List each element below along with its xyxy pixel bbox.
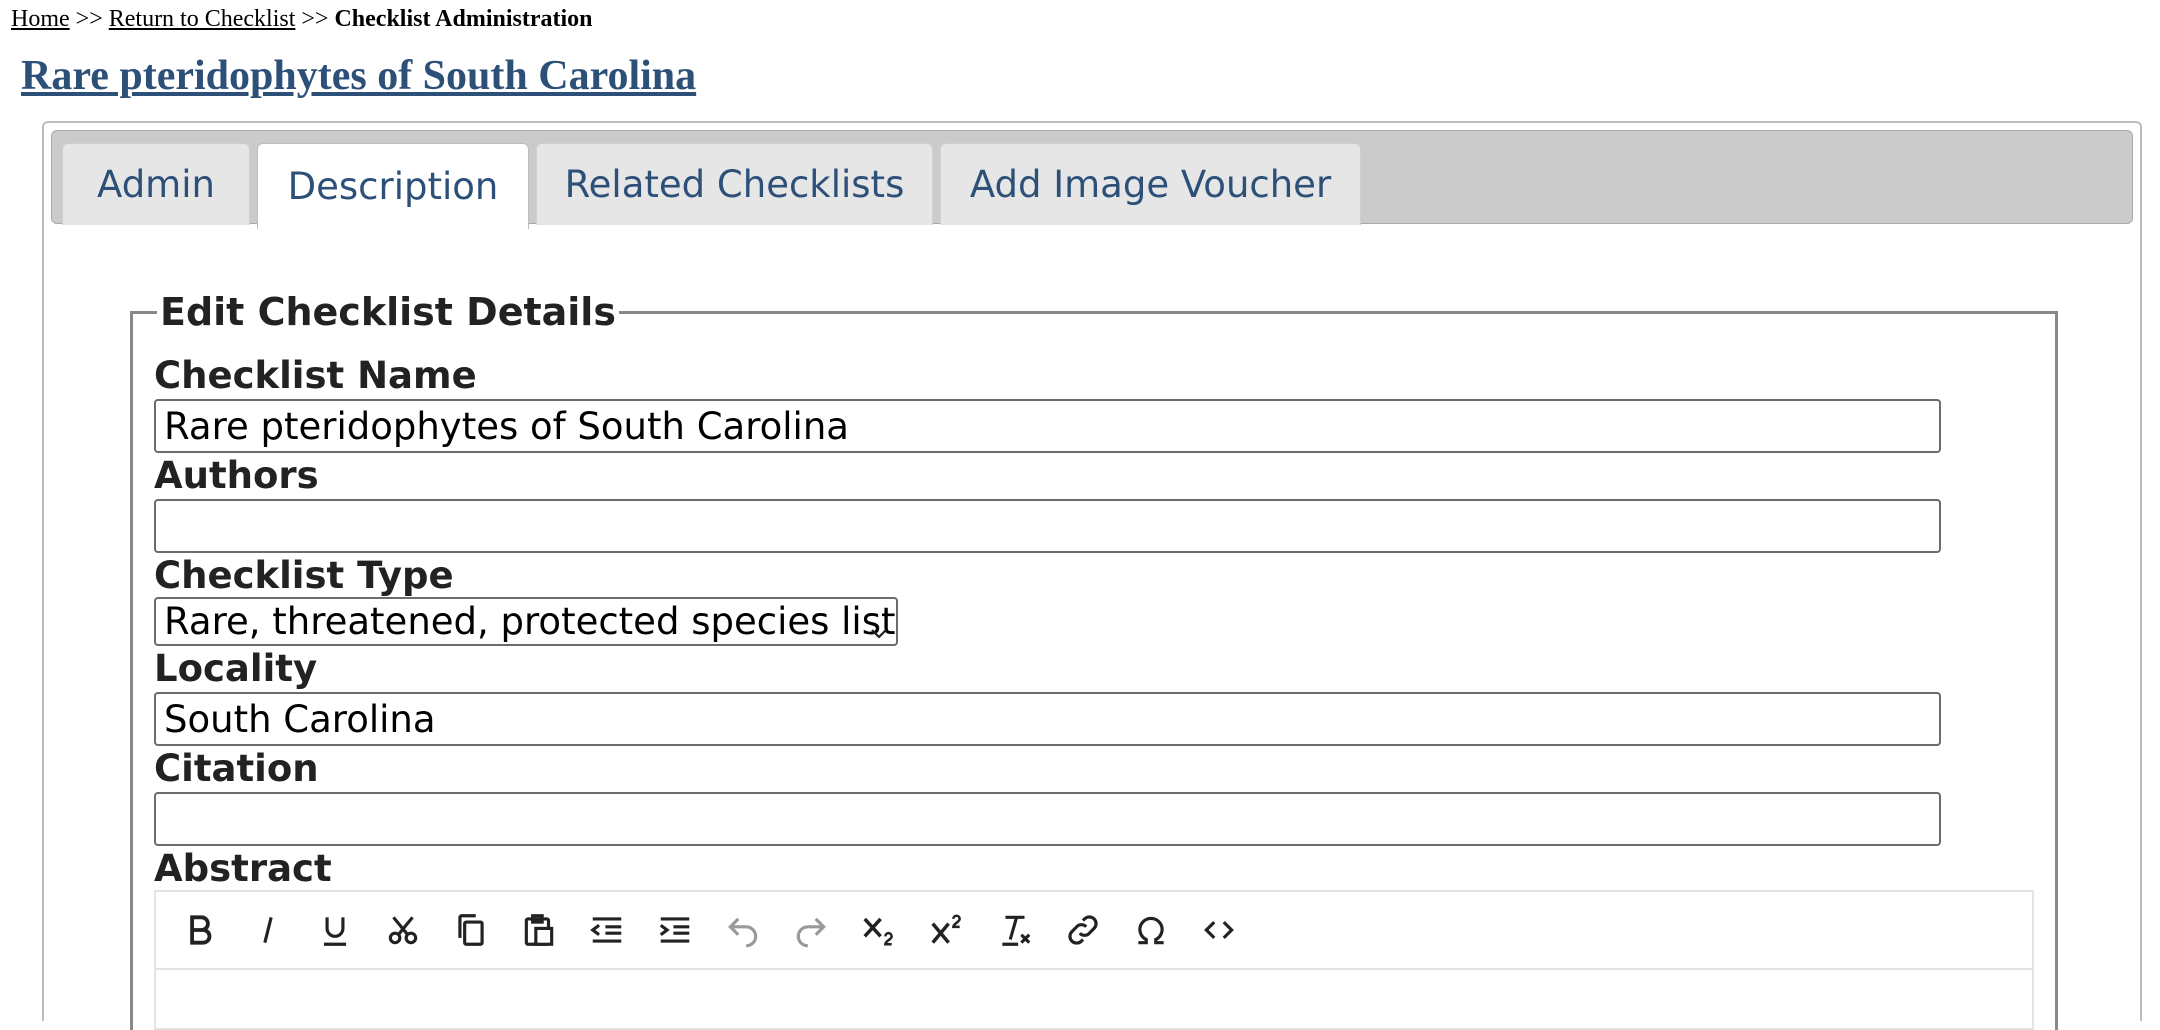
checklist-name-input[interactable] xyxy=(154,399,1941,453)
abstract-editor[interactable] xyxy=(154,890,2034,1030)
fieldset-legend: Edit Checklist Details xyxy=(160,290,616,334)
undo-icon[interactable] xyxy=(721,908,765,952)
underline-icon[interactable] xyxy=(313,908,357,952)
special-character-icon[interactable] xyxy=(1129,908,1173,952)
locality-input[interactable] xyxy=(154,692,1941,746)
copy-icon[interactable] xyxy=(449,908,493,952)
cut-icon[interactable] xyxy=(381,908,425,952)
clear-formatting-icon[interactable] xyxy=(993,908,1037,952)
authors-input[interactable] xyxy=(154,499,1941,553)
editor-toolbar xyxy=(156,892,2032,970)
link-icon[interactable] xyxy=(1061,908,1105,952)
outdent-icon[interactable] xyxy=(585,908,629,952)
citation-label: Citation xyxy=(154,747,319,790)
source-code-icon[interactable] xyxy=(1197,908,1241,952)
tab-bar: Admin Description Related Checklists Add… xyxy=(51,130,2133,229)
bold-icon[interactable] xyxy=(178,908,222,952)
locality-label: Locality xyxy=(154,647,318,690)
tab-add-image-voucher[interactable]: Add Image Voucher xyxy=(940,143,1361,225)
tab-admin[interactable]: Admin xyxy=(62,143,250,225)
abstract-label: Abstract xyxy=(154,847,332,890)
breadcrumb-separator: >> xyxy=(301,6,329,32)
checklist-type-select[interactable]: Rare, threatened, protected species list xyxy=(154,597,898,646)
breadcrumb-home-link[interactable]: Home xyxy=(11,6,70,32)
breadcrumb: Home >> Return to Checklist >> Checklist… xyxy=(11,6,593,33)
page-title-link[interactable]: Rare pteridophytes of South Carolina xyxy=(21,52,696,100)
authors-label: Authors xyxy=(154,454,319,497)
redo-icon[interactable] xyxy=(789,908,833,952)
indent-icon[interactable] xyxy=(653,908,697,952)
subscript-icon[interactable] xyxy=(857,908,901,952)
breadcrumb-separator: >> xyxy=(75,6,103,32)
checklist-type-value: Rare, threatened, protected species list xyxy=(164,600,896,643)
checklist-type-label: Checklist Type xyxy=(154,554,454,597)
superscript-icon[interactable] xyxy=(925,908,969,952)
tab-related-checklists[interactable]: Related Checklists xyxy=(536,143,933,225)
breadcrumb-return-link[interactable]: Return to Checklist xyxy=(109,6,296,32)
breadcrumb-current: Checklist Administration xyxy=(334,6,593,32)
tab-description[interactable]: Description xyxy=(257,143,529,229)
italic-icon[interactable] xyxy=(246,908,290,952)
paste-icon[interactable] xyxy=(517,908,561,952)
chevron-down-icon xyxy=(868,610,890,644)
checklist-name-label: Checklist Name xyxy=(154,354,477,397)
citation-input[interactable] xyxy=(154,792,1941,846)
